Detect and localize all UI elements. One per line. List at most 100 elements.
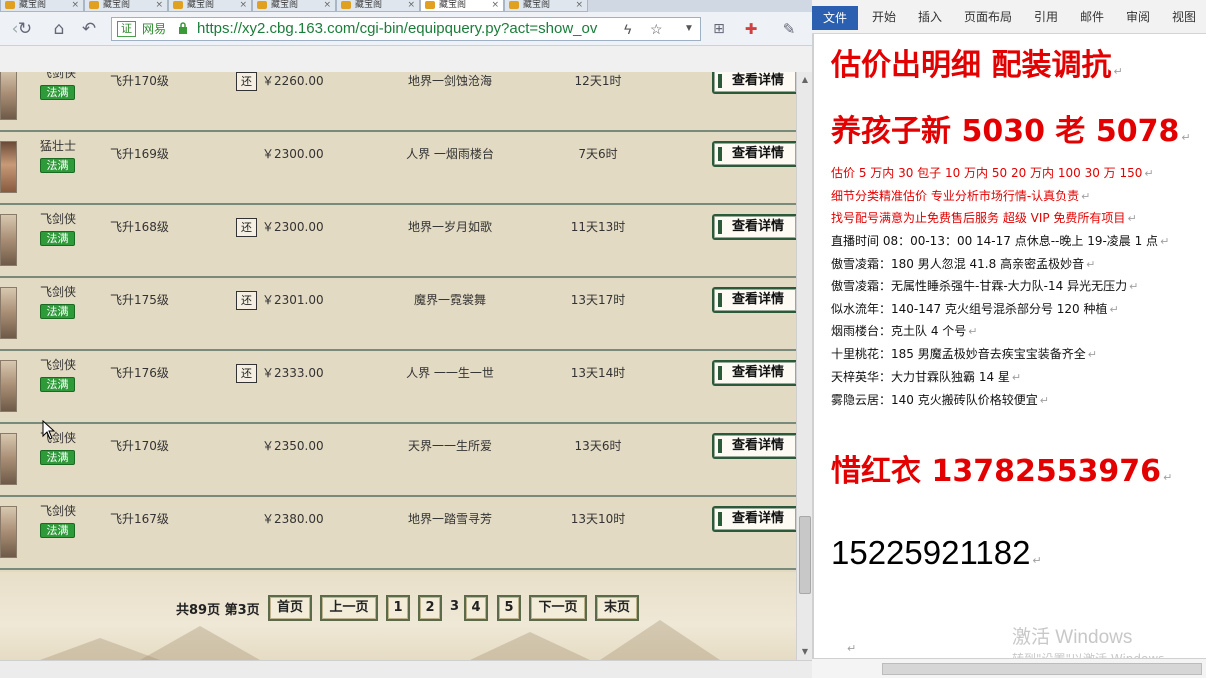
horizontal-scrollbar[interactable] — [0, 660, 812, 678]
close-icon[interactable]: × — [407, 0, 415, 10]
bargain-icon[interactable]: 还 — [236, 218, 257, 237]
word-window: 文件 开始 插入 页面布局 引用 邮件 审阅 视图 估价出明细 配装调抗 ↵ 养孩… — [812, 0, 1206, 678]
text-line: 天梓英华：大力甘霖队独霸 14 星 ↵ — [831, 370, 1022, 384]
role-name: 飞剑侠 — [40, 285, 77, 299]
role-level: 飞升169级 — [110, 147, 169, 161]
tab-favicon-icon — [257, 1, 267, 9]
text-line: 傲雪凌霜：180 男人忽混 41.8 高亲密孟极妙音 ↵ — [831, 257, 1096, 271]
text-line: 烟雨楼台：克土队 4 个号 ↵ — [831, 324, 978, 338]
tab-insert[interactable]: 插入 — [918, 8, 942, 25]
grid-icon[interactable]: ⊞ — [708, 18, 730, 40]
view-details-button[interactable]: 查看详情 — [712, 360, 796, 386]
view-details-button[interactable]: 查看详情 — [712, 433, 796, 459]
time-left: 13天6时 — [574, 439, 622, 453]
tab-favicon-icon — [89, 1, 99, 9]
price: ￥2350.00 — [262, 439, 324, 453]
browser-tab[interactable]: 藏宝阁 × — [84, 0, 168, 12]
view-details-button[interactable]: 查看详情 — [712, 141, 796, 167]
game-icon[interactable]: ✚ — [740, 18, 762, 40]
avatar[interactable] — [0, 287, 17, 339]
table-row: 飞剑侠 法满 飞升175级 还 ￥2301.00 魔界一霓裳舞 13天17时 查… — [0, 279, 796, 351]
role-name: 飞剑侠 — [40, 212, 77, 226]
view-details-button[interactable]: 查看详情 — [712, 506, 796, 532]
time-left: 12天1时 — [574, 74, 622, 88]
time-left: 13天17时 — [570, 293, 626, 307]
text-line: 找号配号满意为止免费售后服务 超级 VIP 免费所有项目 ↵ — [831, 211, 1137, 225]
server-name: 人界 一烟雨楼台 — [406, 147, 494, 161]
next-page-button[interactable]: 下一页 — [529, 595, 587, 621]
role-name: 猛壮士 — [40, 139, 77, 153]
close-icon[interactable]: × — [71, 0, 79, 10]
avatar[interactable] — [0, 214, 17, 266]
home-icon[interactable]: ⌂ — [48, 18, 70, 40]
view-details-button[interactable]: 查看详情 — [712, 287, 796, 313]
scrollbar-thumb[interactable] — [799, 516, 811, 594]
address-bar[interactable]: 证 网易 https://xy2.cbg.163.com/cgi-bin/equ… — [111, 17, 701, 41]
current-page: 3 — [450, 599, 460, 614]
tab-review[interactable]: 审阅 — [1126, 8, 1150, 25]
bargain-icon[interactable]: 还 — [236, 72, 257, 91]
url-text[interactable]: https://xy2.cbg.163.com/cgi-bin/equipque… — [197, 20, 597, 38]
scrollbar-thumb[interactable] — [882, 663, 1202, 675]
avatar[interactable] — [0, 141, 17, 193]
page-2-button[interactable]: 2 — [418, 595, 442, 621]
tab-file[interactable]: 文件 — [812, 6, 858, 30]
tab-page-layout[interactable]: 页面布局 — [964, 8, 1012, 25]
mountain-decoration — [470, 632, 590, 660]
server-name: 地界一岁月如歌 — [407, 220, 492, 234]
tab-references[interactable]: 引用 — [1034, 8, 1058, 25]
horizontal-scrollbar[interactable] — [812, 658, 1206, 678]
certificate-badge[interactable]: 证 — [117, 21, 136, 37]
browser-tab[interactable]: 藏宝阁 × — [504, 0, 588, 12]
last-page-button[interactable]: 末页 — [595, 595, 639, 621]
status-badge: 法满 — [40, 85, 75, 100]
tab-title: 藏宝阁 — [523, 0, 551, 10]
page-1-button[interactable]: 1 — [386, 595, 410, 621]
avatar[interactable] — [0, 72, 17, 120]
role-level: 飞升168级 — [110, 220, 169, 234]
prev-page-button[interactable]: 上一页 — [320, 595, 378, 621]
scroll-up-icon[interactable]: ▲ — [797, 72, 812, 88]
close-icon[interactable]: × — [491, 0, 499, 10]
view-details-button[interactable]: 查看详情 — [712, 72, 796, 94]
tab-home[interactable]: 开始 — [872, 8, 896, 25]
tab-view[interactable]: 视图 — [1172, 8, 1196, 25]
undo-icon[interactable]: ↶ — [78, 18, 100, 40]
tab-favicon-icon — [509, 1, 519, 9]
activation-watermark: 激活 Windows — [1012, 627, 1133, 648]
bargain-icon[interactable]: 还 — [236, 364, 257, 383]
bargain-icon[interactable]: 还 — [236, 291, 257, 310]
browser-tab[interactable]: 藏宝阁 × — [168, 0, 252, 12]
avatar[interactable] — [0, 506, 17, 558]
page-5-button[interactable]: 5 — [497, 595, 521, 621]
close-icon[interactable]: × — [323, 0, 331, 10]
tools-icon[interactable]: ✎ — [778, 18, 800, 40]
ribbon-tabs: 文件 开始 插入 页面布局 引用 邮件 审阅 视图 — [812, 0, 1206, 34]
time-left: 13天10时 — [570, 512, 626, 526]
reload-icon[interactable]: ↻ — [14, 18, 36, 40]
lightning-icon[interactable]: ϟ — [624, 21, 631, 37]
page-4-button[interactable]: 4 — [464, 595, 488, 621]
browser-tab[interactable]: 藏宝阁 × — [336, 0, 420, 12]
avatar[interactable] — [0, 360, 17, 412]
chevron-down-icon[interactable]: ▼ — [681, 21, 697, 37]
vertical-scrollbar[interactable]: ▲ ▼ — [796, 72, 812, 660]
scroll-down-icon[interactable]: ▼ — [797, 644, 812, 660]
first-page-button[interactable]: 首页 — [268, 595, 312, 621]
page-count: 共89页 第3页 — [176, 603, 260, 618]
browser-tab[interactable]: 藏宝阁 × — [0, 0, 84, 12]
view-details-button[interactable]: 查看详情 — [712, 214, 796, 240]
avatar[interactable] — [0, 433, 17, 485]
close-icon[interactable]: × — [239, 0, 247, 10]
role-name: 飞剑侠 — [40, 504, 77, 518]
close-icon[interactable]: × — [155, 0, 163, 10]
tab-favicon-icon — [425, 1, 435, 9]
browser-tab-active[interactable]: 藏宝阁 × — [420, 0, 504, 12]
server-name: 天界一一生所爱 — [407, 439, 492, 453]
close-icon[interactable]: × — [575, 0, 583, 10]
heading-price: 养孩子新 5030 老 5078 ↵ — [831, 114, 1191, 149]
tab-favicon-icon — [173, 1, 183, 9]
tab-mailings[interactable]: 邮件 — [1080, 8, 1104, 25]
browser-tab[interactable]: 藏宝阁 × — [252, 0, 336, 12]
star-icon[interactable]: ☆ — [650, 21, 663, 37]
